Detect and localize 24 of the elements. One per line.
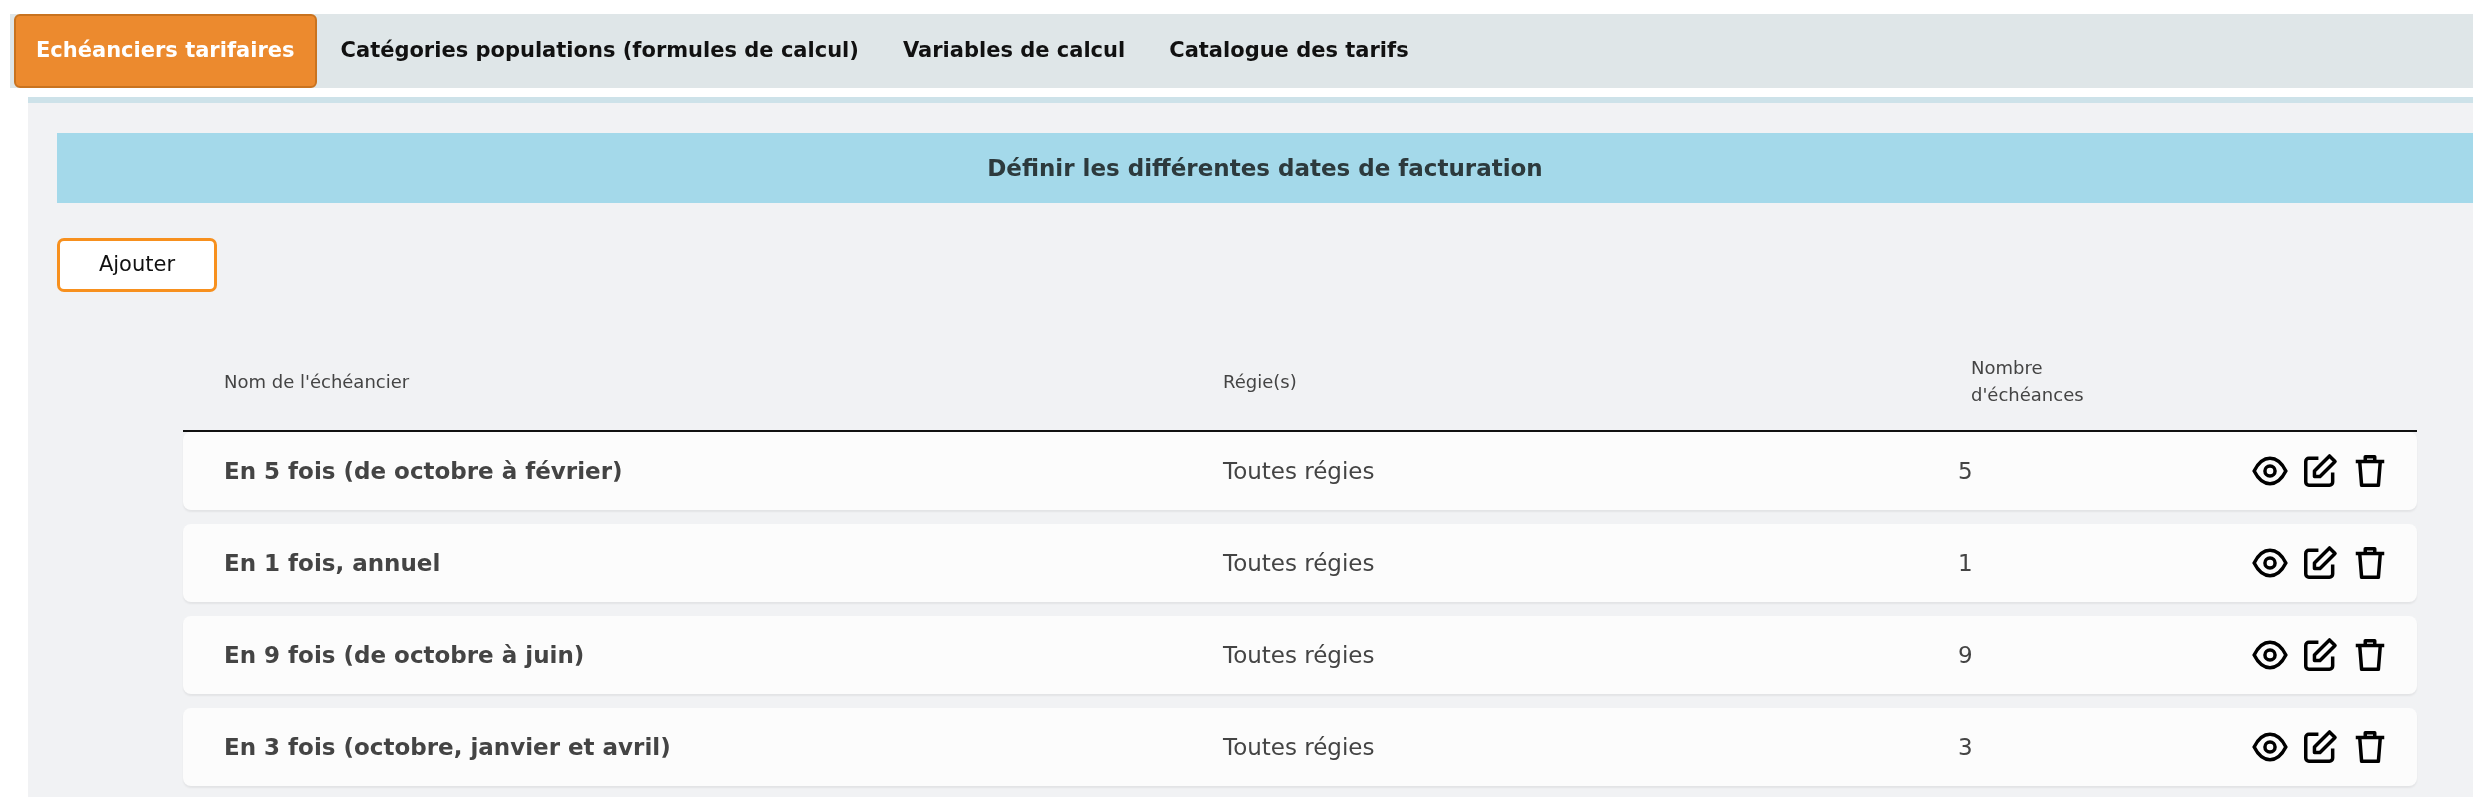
tab[interactable]: Catégories populations (formules de calcul) [320,14,879,88]
section-title: Définir les différentes dates de facturation [987,153,1543,183]
table-cell: Toutes régies [1223,641,1375,668]
table-cell: Toutes régies [1223,549,1375,576]
table-cell: En 9 fois (de octobre à juin) [224,641,585,668]
table-cell: 1 [1958,549,1973,576]
table-cell: 9 [1958,641,1973,668]
edit-icon[interactable] [2301,728,2339,766]
edit-icon[interactable] [2301,636,2339,674]
table-cell: 3 [1958,733,1973,760]
table-cell: Toutes régies [1223,733,1375,760]
add-button[interactable]: Ajouter [57,238,217,292]
column-header: Régie(s) [1223,370,1297,392]
table-cell: En 5 fois (de octobre à février) [224,457,623,484]
column-header: Nombre d'échéances [1971,356,2085,407]
table-cell: En 1 fois, annuel [224,549,441,576]
table-cell: 5 [1958,457,1973,484]
tab[interactable]: Catalogue des tarifs [1149,14,1429,88]
edit-icon[interactable] [2301,452,2339,490]
edit-icon[interactable] [2301,544,2339,582]
tab[interactable]: Variables de calcul [882,14,1146,88]
column-header: Nom de l'échéancier [224,370,410,392]
table-cell: En 3 fois (octobre, janvier et avril) [224,733,671,760]
table-cell: Toutes régies [1223,457,1375,484]
